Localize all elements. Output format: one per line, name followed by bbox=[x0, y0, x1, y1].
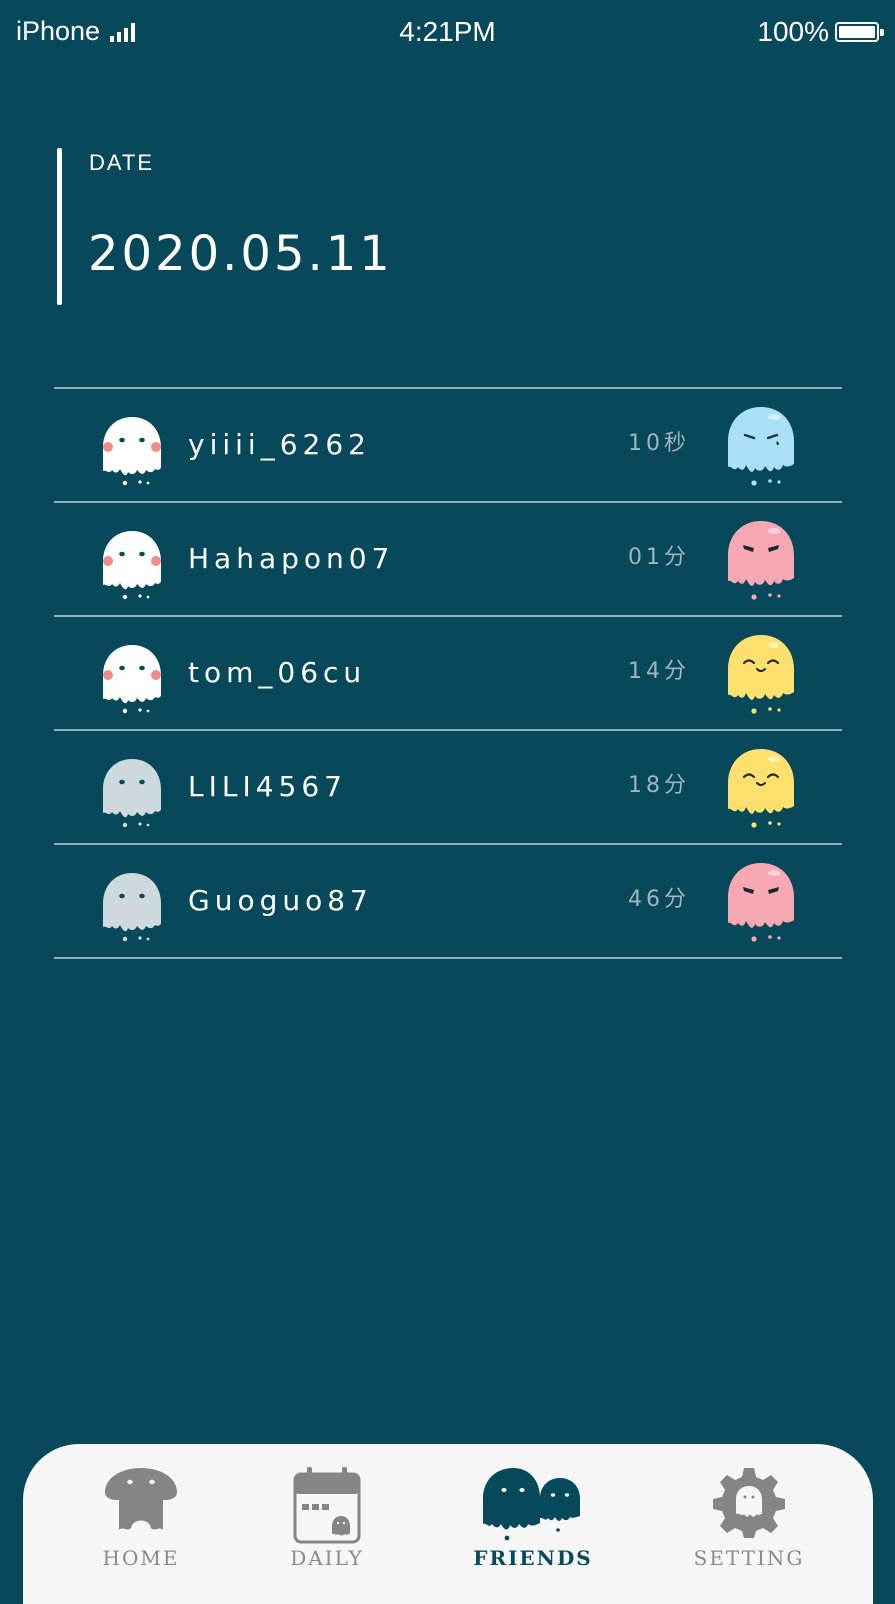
pink-angry-ghost-icon bbox=[728, 521, 794, 600]
tab-setting-label: SETTING bbox=[693, 1546, 805, 1570]
battery-label: 100% bbox=[757, 16, 829, 47]
date-label: DATE bbox=[89, 150, 155, 175]
friend-time: 46分 bbox=[628, 887, 690, 912]
mushroom-ghost-icon bbox=[105, 1468, 177, 1530]
status-bar: iPhone 4:21PM 100% bbox=[0, 0, 895, 66]
tab-daily[interactable]: DAILY bbox=[237, 1444, 417, 1593]
pink-angry-ghost-icon bbox=[728, 863, 794, 942]
tab-home-label: HOME bbox=[102, 1546, 180, 1570]
friend-time: 18分 bbox=[628, 773, 690, 798]
friend-row[interactable]: yiiii_6262 10秒 bbox=[54, 389, 842, 503]
friend-name: Hahapon07 bbox=[188, 542, 395, 575]
tab-friends-label: FRIENDS bbox=[473, 1546, 593, 1570]
tab-setting[interactable]: SETTING bbox=[659, 1444, 839, 1593]
tab-home[interactable]: HOME bbox=[51, 1444, 231, 1593]
friend-name: LILI4567 bbox=[188, 770, 347, 803]
friend-row[interactable]: tom_06cu 14分 bbox=[54, 617, 842, 731]
friend-time: 10秒 bbox=[628, 431, 690, 456]
friend-name: tom_06cu bbox=[188, 656, 367, 689]
gray-ghost-icon bbox=[103, 873, 161, 942]
friend-time: 14分 bbox=[628, 659, 690, 684]
gear-icon bbox=[713, 1468, 785, 1538]
yellow-happy-ghost-icon bbox=[728, 749, 794, 828]
tab-bar: HOME DAILY FRIENDS SETTING bbox=[23, 1444, 873, 1604]
two-ghosts-icon bbox=[483, 1468, 580, 1541]
white-blush-ghost-icon bbox=[103, 417, 161, 486]
tab-friends[interactable]: FRIENDS bbox=[443, 1444, 623, 1593]
yellow-happy-ghost-icon bbox=[728, 635, 794, 714]
tab-daily-label: DAILY bbox=[290, 1546, 364, 1570]
friends-list: yiiii_6262 10秒 Hahapon07 01分 tom_06cu 14… bbox=[54, 387, 842, 959]
white-blush-ghost-icon bbox=[103, 645, 161, 714]
friend-row[interactable]: LILI4567 18分 bbox=[54, 731, 842, 845]
date-value: 2020.05.11 bbox=[88, 226, 393, 282]
friend-row[interactable]: Hahapon07 01分 bbox=[54, 503, 842, 617]
friend-name: Guoguo87 bbox=[188, 884, 373, 917]
blue-sad-ghost-icon bbox=[728, 407, 794, 486]
white-blush-ghost-icon bbox=[103, 531, 161, 600]
date-accent-bar bbox=[57, 148, 62, 305]
calendar-icon bbox=[293, 1467, 361, 1544]
gray-ghost-icon bbox=[103, 759, 161, 828]
friend-row[interactable]: Guoguo87 46分 bbox=[54, 845, 842, 959]
friend-name: yiiii_6262 bbox=[188, 428, 371, 461]
battery-icon bbox=[835, 22, 884, 42]
friend-time: 01分 bbox=[628, 545, 690, 570]
battery: 100% bbox=[757, 16, 884, 48]
